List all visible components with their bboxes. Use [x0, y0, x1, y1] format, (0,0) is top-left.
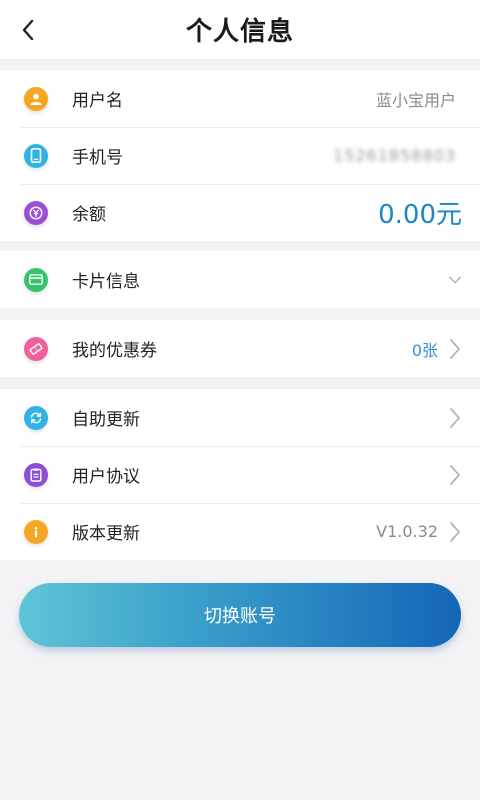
card-info-group: 卡片信息	[0, 251, 480, 308]
chevron-right-icon	[448, 464, 462, 486]
version-update-label: 版本更新	[72, 524, 140, 544]
info-icon	[24, 519, 48, 544]
chevron-down-icon[interactable]	[448, 269, 462, 291]
account-info-group: 用户名 蓝小宝用户 手机号 15261858803 余额 0.00元	[0, 70, 480, 241]
balance-value: 0.00元	[378, 200, 462, 230]
header-bar: 个人信息	[0, 0, 480, 60]
settings-group: 自助更新 用户协议 版本更新 V1.0.32	[0, 389, 480, 560]
document-icon	[24, 462, 48, 487]
user-agreement-label: 用户协议	[72, 467, 140, 487]
self-update-row[interactable]: 自助更新	[0, 389, 480, 446]
version-value: V1.0.32	[376, 522, 438, 541]
back-button[interactable]	[12, 14, 44, 46]
chevron-right-icon	[448, 521, 462, 543]
phone-row[interactable]: 手机号 15261858803	[0, 127, 480, 184]
phone-label: 手机号	[72, 148, 123, 168]
version-update-row[interactable]: 版本更新 V1.0.32	[0, 503, 480, 560]
self-update-label: 自助更新	[72, 410, 140, 430]
refresh-icon	[24, 405, 48, 430]
card-info-row[interactable]: 卡片信息	[0, 251, 480, 308]
chevron-right-icon	[448, 407, 462, 429]
profile-screen: 个人信息 用户名 蓝小宝用户 手机号 15261858803 余额 0.00元 …	[0, 0, 480, 800]
user-icon	[24, 86, 48, 111]
coupon-row[interactable]: 我的优惠券 0张	[0, 320, 480, 377]
user-agreement-row[interactable]: 用户协议	[0, 446, 480, 503]
balance-row[interactable]: 余额 0.00元	[0, 184, 480, 241]
coupon-count: 0张	[411, 340, 438, 360]
page-title: 个人信息	[185, 17, 294, 47]
ticket-icon	[24, 336, 48, 361]
balance-label: 余额	[72, 205, 106, 225]
username-label: 用户名	[72, 91, 123, 111]
username-row[interactable]: 用户名 蓝小宝用户	[0, 70, 480, 127]
phone-icon	[24, 143, 48, 168]
card-icon	[24, 267, 48, 292]
chevron-left-icon	[22, 19, 34, 41]
coupon-label: 我的优惠券	[72, 341, 157, 361]
switch-account-button[interactable]: 切换账号	[19, 583, 461, 647]
phone-value: 15261858803	[333, 146, 456, 165]
username-value: 蓝小宝用户	[375, 90, 456, 110]
chevron-right-icon	[448, 338, 462, 360]
card-info-label: 卡片信息	[72, 272, 140, 292]
yen-icon	[24, 200, 48, 225]
coupon-group: 我的优惠券 0张	[0, 320, 480, 377]
